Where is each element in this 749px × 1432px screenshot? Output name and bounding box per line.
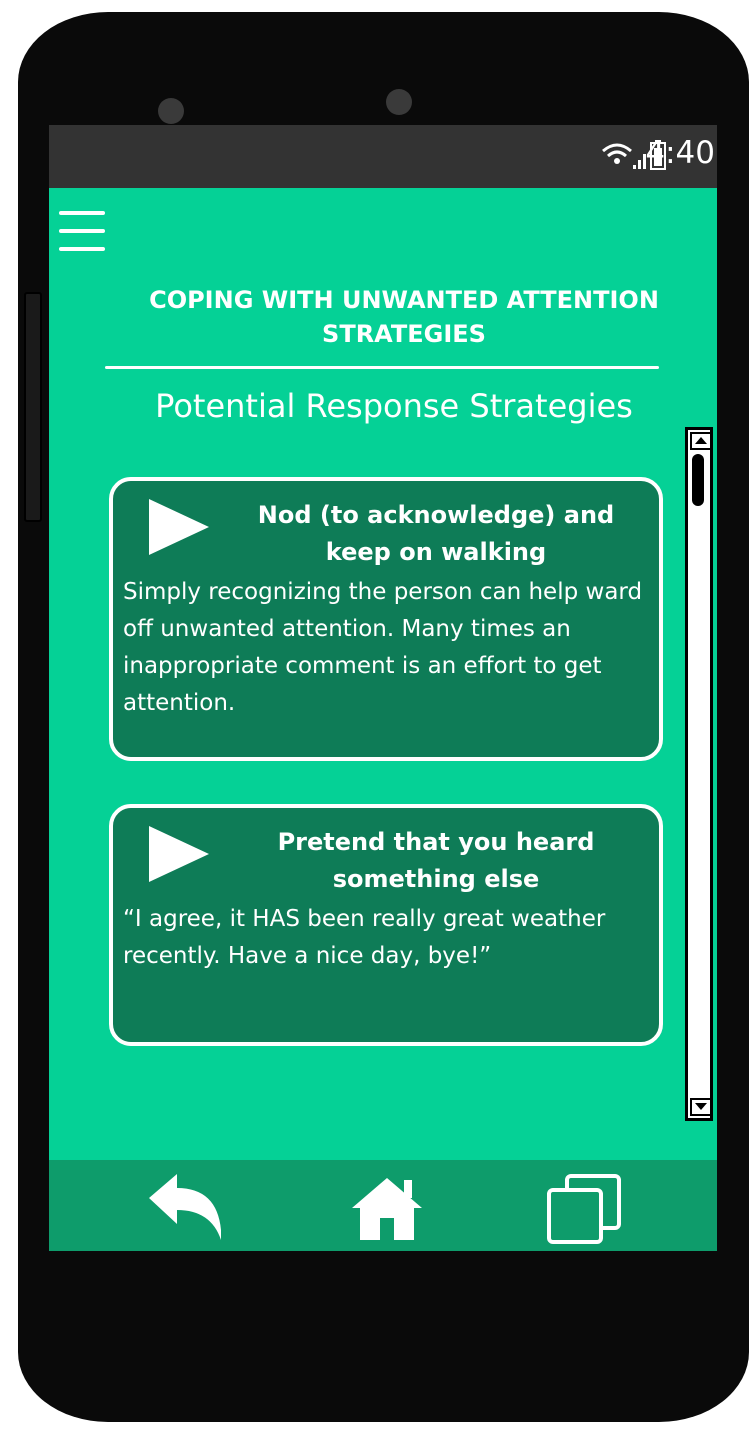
status-bar: 4:40 bbox=[49, 125, 717, 188]
title-divider bbox=[105, 366, 659, 369]
strategy-title: Nod (to acknowledge) and keep on walking bbox=[257, 501, 615, 566]
recent-apps-icon[interactable] bbox=[539, 1170, 629, 1245]
screen: 4:40 COPING WITH UNWANTED ATTENTION STRA… bbox=[49, 125, 717, 1251]
strategy-description: “I agree, it HAS been really great weath… bbox=[123, 906, 606, 969]
play-icon[interactable] bbox=[149, 499, 209, 555]
scroll-down-arrow-icon[interactable] bbox=[690, 1098, 712, 1116]
strategy-description: Simply recognizing the person can help w… bbox=[123, 579, 643, 716]
home-icon[interactable] bbox=[342, 1170, 432, 1245]
strategy-card[interactable]: Pretend that you heard something else “I… bbox=[109, 804, 663, 1046]
scroll-thumb[interactable] bbox=[692, 454, 704, 506]
status-time: 4:40 bbox=[645, 135, 715, 171]
play-icon[interactable] bbox=[149, 826, 209, 882]
hamburger-menu-icon[interactable] bbox=[59, 205, 107, 261]
strategy-card[interactable]: Nod (to acknowledge) and keep on walking… bbox=[109, 477, 663, 761]
camera-dot bbox=[158, 98, 184, 124]
page-title: COPING WITH UNWANTED ATTENTION STRATEGIE… bbox=[149, 286, 659, 348]
side-button bbox=[24, 292, 42, 522]
scrollbar[interactable] bbox=[685, 427, 713, 1121]
sensor-dot bbox=[386, 89, 412, 115]
bottom-nav-bar bbox=[49, 1160, 717, 1251]
strategy-title: Pretend that you heard something else bbox=[277, 828, 595, 893]
scroll-up-arrow-icon[interactable] bbox=[690, 432, 712, 450]
back-arrow-icon[interactable] bbox=[141, 1170, 231, 1245]
section-subtitle: Potential Response Strategies bbox=[155, 387, 633, 425]
